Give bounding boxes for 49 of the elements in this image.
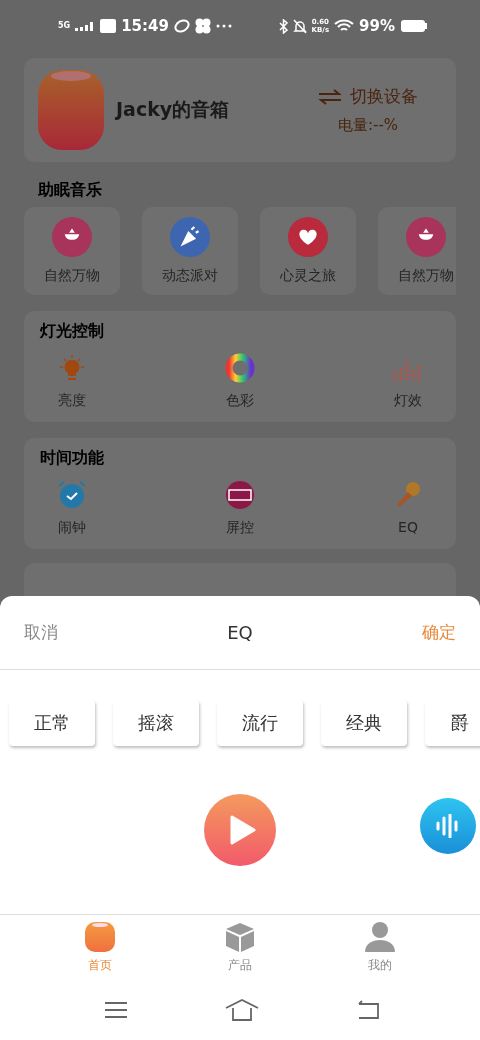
music-card[interactable]: 动态派对 (142, 207, 238, 295)
feature-button[interactable]: 屏控 (208, 479, 272, 537)
music-card[interactable]: 心灵之旅 (260, 207, 356, 295)
sheet-title: EQ (227, 622, 253, 643)
wifi-icon (334, 19, 355, 33)
led-icon (224, 479, 256, 511)
eq-preset-button[interactable]: 流行 (217, 700, 303, 746)
signal-icon (75, 20, 96, 32)
bell-off-icon (292, 18, 307, 34)
eq-preset-button[interactable]: 爵 (425, 700, 480, 746)
alarm-clock-icon (56, 479, 88, 511)
feature-button[interactable]: EQ (376, 479, 440, 537)
cancel-button[interactable]: 取消 (24, 621, 58, 644)
tab[interactable]: 我的 (340, 921, 420, 988)
home-icon[interactable] (225, 999, 259, 1021)
swap-icon (318, 87, 342, 106)
status-time: 15:49 (121, 18, 169, 34)
menu-icon[interactable] (104, 1001, 128, 1019)
battery-percent: 99% (359, 18, 395, 34)
more-icon (215, 24, 232, 28)
tab[interactable]: 产品 (200, 921, 280, 988)
box-icon (224, 921, 256, 953)
tab[interactable]: 首页 (60, 921, 140, 988)
voice-assistant-button[interactable] (420, 798, 476, 854)
play-icon (230, 815, 256, 845)
feature-button[interactable]: 色彩 (208, 352, 272, 410)
eq-preset-button[interactable]: 正常 (9, 700, 95, 746)
user-icon (364, 921, 396, 953)
section-title: 灯光控制 (40, 321, 105, 342)
speaker-icon (38, 70, 104, 150)
battery-level: 电量:--% (337, 116, 399, 135)
device-name: Jacky的音箱 (116, 97, 231, 122)
color-wheel-icon (224, 352, 256, 384)
music-card[interactable]: 自然万物 (24, 207, 120, 295)
section-title: 时间功能 (40, 448, 105, 469)
network-label: 5G (58, 22, 71, 30)
back-icon[interactable] (356, 1000, 380, 1020)
battery-icon (400, 19, 428, 33)
eq-preset-button[interactable]: 摇滚 (113, 700, 199, 746)
feature-button[interactable]: 闹钟 (40, 479, 104, 537)
section-title: 助眠音乐 (38, 180, 102, 201)
switch-device-button[interactable]: 切换设备 (318, 85, 418, 108)
eq-preset-button[interactable]: 经典 (321, 700, 407, 746)
speaker-icon (85, 921, 115, 953)
music-card[interactable]: 自然万物 (378, 207, 456, 295)
feature-button[interactable]: 灯效 (376, 352, 440, 410)
feature-button[interactable]: 亮度 (40, 352, 104, 410)
bluetooth-icon (278, 18, 288, 34)
confirm-button[interactable]: 确定 (422, 621, 456, 644)
